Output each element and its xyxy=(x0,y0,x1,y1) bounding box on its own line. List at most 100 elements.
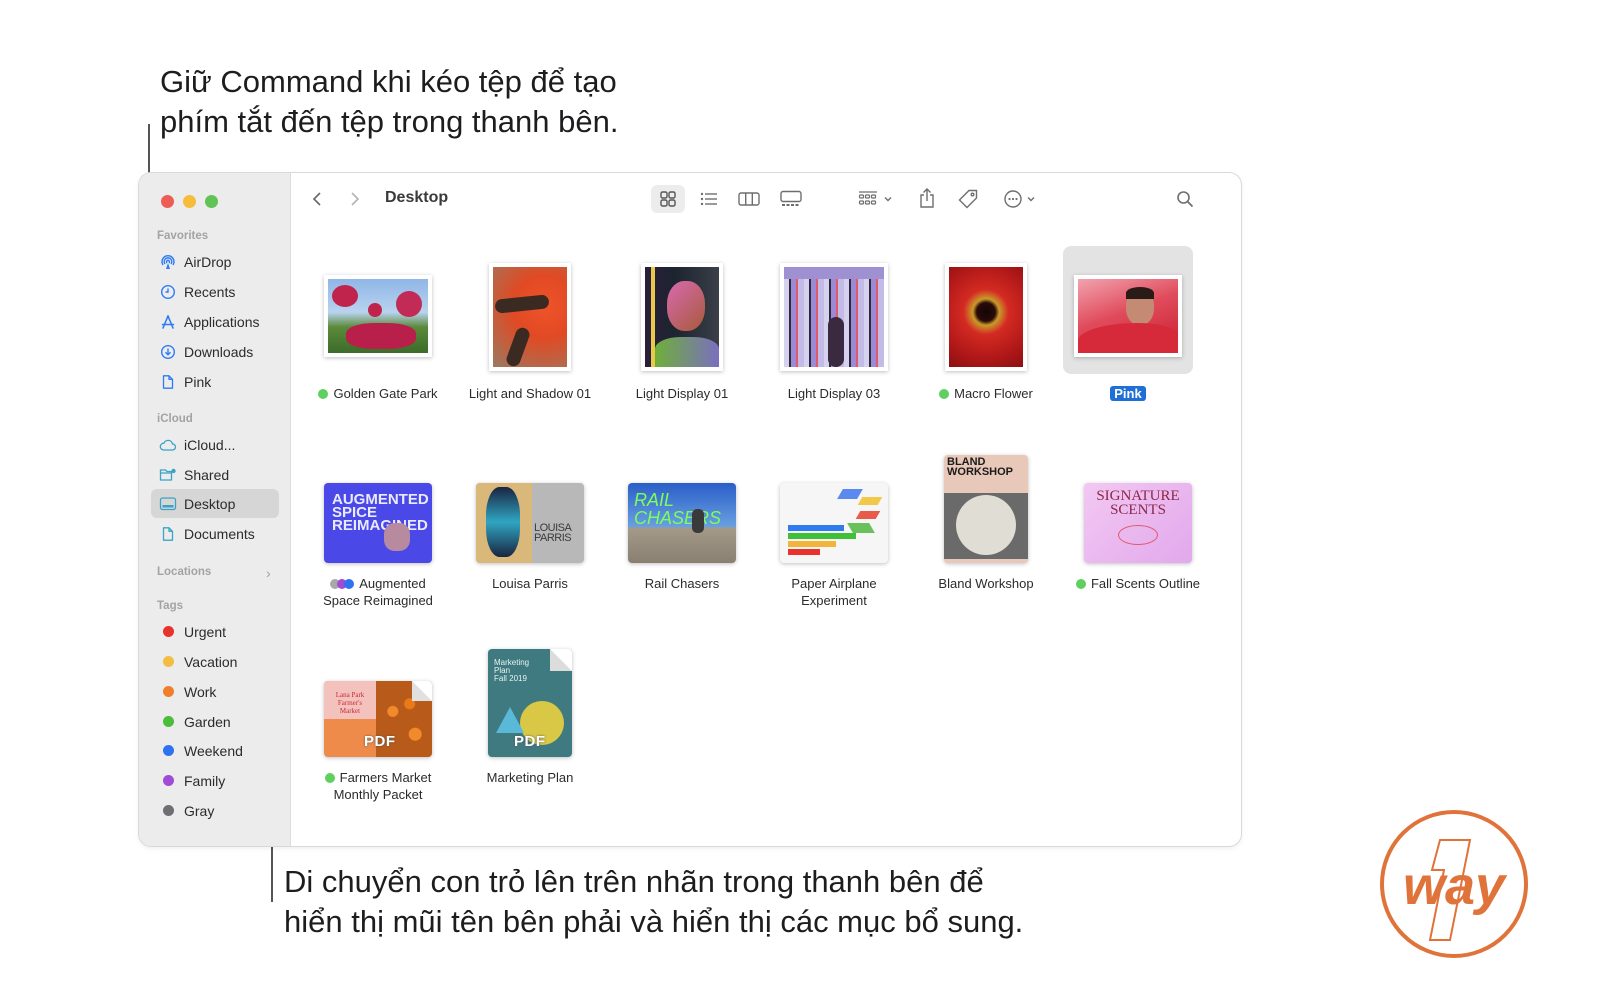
ellipsis-circle-icon xyxy=(1003,190,1022,208)
window-title: Desktop xyxy=(385,189,449,206)
group-by-button[interactable] xyxy=(853,185,897,213)
pdf-badge: PDF xyxy=(514,733,546,750)
sidebar-item-downloads[interactable]: Downloads xyxy=(151,337,279,366)
search-button[interactable] xyxy=(1171,185,1199,213)
callout-bottom-line1: Di chuyển con trỏ lên trên nhãn trong th… xyxy=(284,864,984,899)
section-locations[interactable]: Locations xyxy=(157,566,211,578)
file-thumbnail xyxy=(1074,275,1182,357)
sidebar-item-pink[interactable]: Pink xyxy=(151,367,279,396)
sidebar-tag-weekend[interactable]: Weekend xyxy=(151,736,279,765)
file-label: Rail Chasers xyxy=(644,576,720,591)
sidebar-item-label: Weekend xyxy=(184,742,243,759)
file-thumbnail xyxy=(945,263,1027,371)
sidebar-item-label: Desktop xyxy=(184,495,236,512)
sidebar-item-label: iCloud... xyxy=(184,436,236,453)
tag-button[interactable] xyxy=(953,184,983,214)
locations-chevron-right-icon[interactable]: › xyxy=(266,565,271,581)
sidebar-item-desktop[interactable]: Desktop xyxy=(151,489,279,518)
clock-icon xyxy=(159,283,177,301)
sidebar-item-applications[interactable]: Applications xyxy=(151,307,279,336)
file-label: Light and Shadow 01 xyxy=(468,386,592,401)
shared-folder-icon xyxy=(159,466,177,484)
file-label: Augmented Space Reimagined xyxy=(323,576,433,608)
tag-icon xyxy=(958,189,978,209)
tag-dot-icon xyxy=(939,389,950,399)
list-view-button[interactable] xyxy=(693,185,725,213)
callout-sidebar-shortcut: Giữ Command khi kéo tệp để tạo phím tắt … xyxy=(160,62,618,142)
sidebar-item-shared[interactable]: Shared xyxy=(151,460,279,489)
download-icon xyxy=(159,343,177,361)
sidebar-tag-vacation[interactable]: Vacation xyxy=(151,647,279,676)
callout-top-line2: phím tắt đến tệp trong thanh bên. xyxy=(160,104,619,139)
tag-dot-icon xyxy=(159,623,177,641)
more-actions-button[interactable] xyxy=(997,184,1041,214)
section-favorites: Favorites xyxy=(157,230,209,242)
callout-bottom-line2: hiển thị mũi tên bên phải và hiển thị cá… xyxy=(284,904,1024,939)
tag-dot-icon xyxy=(159,772,177,790)
sidebar-tag-family[interactable]: Family xyxy=(151,766,279,795)
sidebar-tag-garden[interactable]: Garden xyxy=(151,707,279,736)
sidebar-item-label: Recents xyxy=(184,283,236,300)
icon-view-button[interactable] xyxy=(651,185,685,213)
file-thumbnail: Lana Park Farmer's Market PDF xyxy=(324,681,432,757)
file-label: Pink xyxy=(1048,385,1208,402)
file-thumbnail xyxy=(780,263,888,371)
multi-tag-icon xyxy=(330,579,356,589)
sidebar: Favorites AirDrop Recents Applications D… xyxy=(139,173,291,846)
page-fold xyxy=(412,681,432,701)
callout-top-line1: Giữ Command khi kéo tệp để tạo xyxy=(160,64,617,99)
selected-file-label[interactable]: Pink xyxy=(1110,386,1146,401)
tag-dot-icon xyxy=(159,802,177,820)
sidebar-item-label: Urgent xyxy=(184,623,227,640)
file-label: Bland Workshop xyxy=(938,576,1034,591)
tag-dot-icon xyxy=(159,683,177,701)
file-thumbnail: Marketing Plan Fall 2019 PDF xyxy=(488,649,572,757)
gallery-view-button[interactable] xyxy=(775,185,807,213)
page-fold xyxy=(550,649,572,671)
tag-dot-icon xyxy=(1075,579,1086,589)
group-by-icon xyxy=(858,191,877,205)
file-label: Light Display 03 xyxy=(787,386,881,401)
gallery-view-icon xyxy=(780,190,802,206)
sidebar-item-documents[interactable]: Documents xyxy=(151,519,279,548)
cloud-icon xyxy=(159,436,177,454)
file-thumbnail: BLAND WORKSHOP xyxy=(944,455,1028,563)
sidebar-tag-work[interactable]: Work xyxy=(151,677,279,706)
file-label: Louisa Parris xyxy=(492,576,568,591)
file-thumbnail: SIGNATURE SCENTS xyxy=(1084,483,1192,563)
tag-dot-icon xyxy=(318,389,329,399)
section-tags: Tags xyxy=(157,600,183,612)
minimize-button[interactable] xyxy=(183,195,196,208)
close-button[interactable] xyxy=(161,195,174,208)
icon-view-icon xyxy=(660,191,676,207)
file-thumbnail xyxy=(780,483,888,563)
sidebar-item-label: Downloads xyxy=(184,343,254,360)
document-icon xyxy=(159,525,177,543)
file-thumbnail xyxy=(641,263,723,371)
file-label: Golden Gate Park xyxy=(298,385,458,402)
forward-button[interactable] xyxy=(343,186,367,212)
sidebar-item-icloud-drive[interactable]: iCloud... xyxy=(151,430,279,459)
zoom-button[interactable] xyxy=(205,195,218,208)
column-view-button[interactable] xyxy=(733,185,765,213)
sidebar-tag-urgent[interactable]: Urgent xyxy=(151,617,279,646)
sidebar-item-label: Work xyxy=(184,683,217,700)
callout-sidebar-hover: Di chuyển con trỏ lên trên nhãn trong th… xyxy=(284,862,1023,942)
file-label: Fall Scents Outline xyxy=(1058,575,1218,592)
sidebar-item-airdrop[interactable]: AirDrop xyxy=(151,247,279,276)
sidebar-item-label: Garden xyxy=(184,713,231,730)
pdf-badge: PDF xyxy=(364,733,396,750)
sidebar-item-label: Applications xyxy=(184,313,260,330)
sidebar-item-recents[interactable]: Recents xyxy=(151,277,279,306)
chevron-right-icon xyxy=(351,192,360,206)
column-view-icon xyxy=(738,192,760,206)
share-button[interactable] xyxy=(913,183,941,213)
sidebar-item-label: Pink xyxy=(184,373,212,390)
logo-text: way xyxy=(1403,856,1508,916)
file-thumbnail: LOUISA PARRIS xyxy=(476,483,584,563)
tag-dot-icon xyxy=(159,742,177,760)
document-icon xyxy=(159,373,177,391)
sidebar-tag-gray[interactable]: Gray xyxy=(151,796,279,825)
file-thumbnail xyxy=(489,263,571,371)
back-button[interactable] xyxy=(305,186,329,212)
